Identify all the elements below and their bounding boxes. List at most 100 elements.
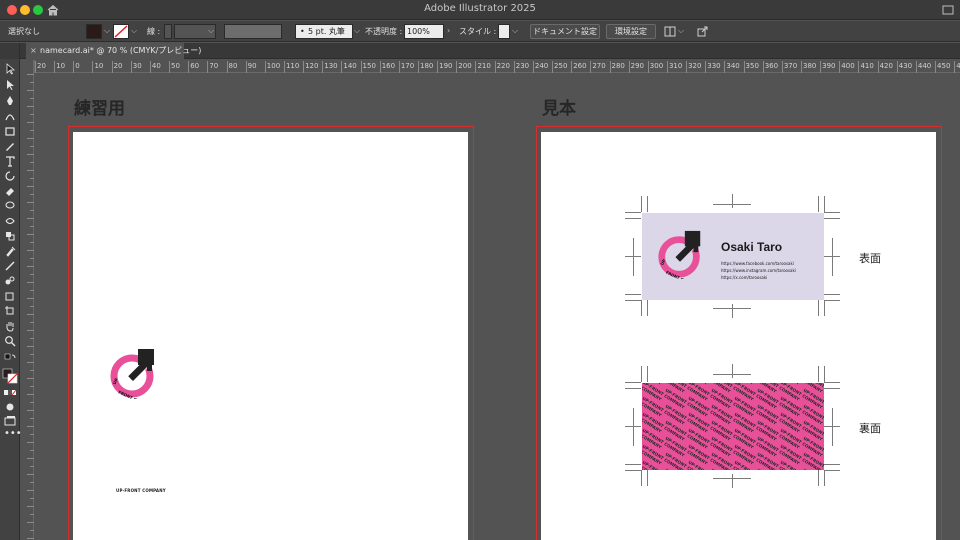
ruler-tick (27, 122, 34, 123)
vertical-ruler[interactable] (21, 60, 34, 540)
document-tab[interactable]: × namecard.ai* @ 70 % (CMYK/プレビュー) (26, 43, 201, 59)
screen-mode-icon[interactable] (4, 415, 16, 427)
ruler-tick-label: 240 (534, 62, 549, 70)
fill-chevron-icon[interactable]: ⌵ (104, 26, 110, 36)
ruler-tick (30, 242, 34, 243)
ruler-tick (27, 506, 34, 507)
ruler-tick-label: 10 (56, 62, 66, 70)
blend-tool-icon[interactable] (4, 275, 16, 287)
preferences-button[interactable]: 環境設定 (606, 24, 656, 39)
rotate-tool-icon[interactable] (4, 170, 16, 182)
ruler-tick (27, 474, 34, 475)
eyedropper-tool-icon[interactable] (4, 245, 16, 257)
style-label: スタイル : (459, 27, 497, 36)
ruler-tick-label: 320 (688, 62, 702, 70)
ruler-tick-label: 190 (439, 62, 453, 70)
ruler-tick (341, 61, 343, 73)
paintbrush-tool-icon[interactable] (4, 140, 16, 152)
artboard-tool-icon[interactable] (4, 305, 16, 317)
horizontal-ruler[interactable]: 20 10 0 10 20 30 40 50 60 70 80 90 100 110 120 130 140 15… (35, 60, 960, 73)
crop-mark (625, 218, 641, 219)
business-card-back[interactable]: UP-FRONT COMPANYUP-FRONT COMPANYUP-FRONT… (642, 383, 824, 470)
shape-builder-tool-icon[interactable] (4, 230, 16, 242)
fill-swatch[interactable] (86, 24, 102, 39)
eraser-tool-icon[interactable] (4, 185, 16, 197)
document-setup-button[interactable]: ドキュメント設定 (530, 24, 600, 39)
default-colors-icon[interactable] (4, 353, 16, 365)
stroke-swatch[interactable] (113, 24, 129, 39)
arrange-chevron-icon[interactable]: ⌵ (678, 26, 684, 36)
canvas[interactable]: 練習用 UP FRONT COMPANY UP-FRONT COMPANY 見本 (35, 74, 960, 540)
ruler-tick (686, 61, 688, 73)
stroke-weight-stepper[interactable] (164, 24, 172, 39)
graphic-style-swatch[interactable] (498, 24, 510, 39)
curvature-tool-icon[interactable] (4, 110, 16, 122)
practice-artboard[interactable]: UP FRONT COMPANY UP-FRONT COMPANY (73, 132, 468, 540)
share-icon[interactable] (697, 26, 708, 37)
crop-mark (832, 408, 833, 446)
lasso-tool-icon[interactable] (4, 200, 16, 212)
direct-selection-tool-icon[interactable] (4, 79, 16, 91)
type-tool-icon[interactable] (4, 155, 16, 167)
ruler-tick (30, 306, 34, 307)
crop-mark (633, 408, 634, 446)
ruler-tick-label: 300 (649, 62, 664, 70)
ruler-tick-label: 20 (37, 62, 46, 70)
arrange-windows-icon[interactable] (942, 4, 954, 16)
width-tool-icon[interactable] (4, 215, 16, 227)
ruler-tick (494, 61, 496, 73)
zoom-tool-icon[interactable] (4, 335, 16, 347)
sample-artboard[interactable]: UP FRONT COMPANY Osaki Taro https://www.… (541, 132, 936, 540)
crop-mark (824, 470, 825, 486)
selection-tool-icon[interactable] (4, 63, 16, 75)
ruler-tick-label: 310 (668, 62, 683, 70)
opacity-arrow-icon[interactable]: › (447, 26, 450, 35)
rectangle-tool-icon[interactable] (4, 125, 16, 137)
ruler-tick-label: 80 (228, 62, 238, 70)
ruler-tick (418, 61, 419, 73)
ruler-tick (30, 370, 34, 371)
ruler-tick-label: 450 (937, 62, 951, 70)
ruler-tick (27, 202, 34, 203)
gradient-tool-icon[interactable] (4, 260, 16, 272)
tab-close-icon[interactable]: × (30, 43, 37, 59)
crop-mark (625, 382, 641, 383)
hand-tool-icon[interactable] (4, 320, 16, 332)
drawing-mode-icon[interactable] (4, 401, 16, 413)
brush-value: 5 pt. 丸筆 (308, 27, 345, 36)
business-card-front[interactable]: UP FRONT COMPANY Osaki Taro https://www.… (642, 213, 824, 300)
crop-mark (824, 212, 840, 213)
color-mode-icon[interactable] (4, 387, 16, 399)
fill-stroke-swatch-icon[interactable] (2, 368, 18, 384)
ruler-tick (30, 482, 34, 483)
crop-mark (641, 300, 642, 316)
ruler-tick (801, 61, 802, 73)
symbol-sprayer-tool-icon[interactable] (4, 290, 16, 302)
ruler-tick-label: 390 (822, 62, 836, 70)
stroke-chevron-icon[interactable]: ⌵ (131, 26, 137, 36)
arrange-documents-icon[interactable] (664, 26, 676, 37)
opacity-field[interactable]: 100% (404, 24, 444, 39)
ruler-tick-label: 230 (515, 62, 530, 70)
more-tools-icon[interactable]: ••• (4, 429, 22, 439)
variable-width-profile[interactable] (224, 24, 282, 39)
stroke-weight-chevron-icon[interactable]: ⌵ (208, 26, 214, 36)
crop-mark (625, 464, 641, 465)
document-tab-label: namecard.ai* @ 70 % (CMYK/プレビュー) (40, 46, 202, 55)
style-chevron-icon[interactable]: ⌵ (512, 26, 518, 36)
crop-mark (824, 388, 840, 389)
crop-mark (625, 212, 641, 213)
crop-mark (625, 388, 641, 389)
ruler-tick-label: 410 (860, 62, 874, 70)
brush-definition[interactable]: • 5 pt. 丸筆 (295, 24, 353, 39)
ruler-tick (30, 338, 34, 339)
ruler-tick (35, 61, 36, 73)
ruler-tick (30, 498, 34, 499)
brush-chevron-icon[interactable]: ⌵ (354, 26, 360, 36)
ruler-tick (379, 61, 381, 73)
app-title: Adobe Illustrator 2025 (424, 3, 536, 14)
brush-dot-icon: • (300, 27, 305, 36)
crop-mark (818, 196, 819, 212)
pen-tool-icon[interactable] (4, 95, 16, 107)
ruler-tick (30, 194, 34, 195)
